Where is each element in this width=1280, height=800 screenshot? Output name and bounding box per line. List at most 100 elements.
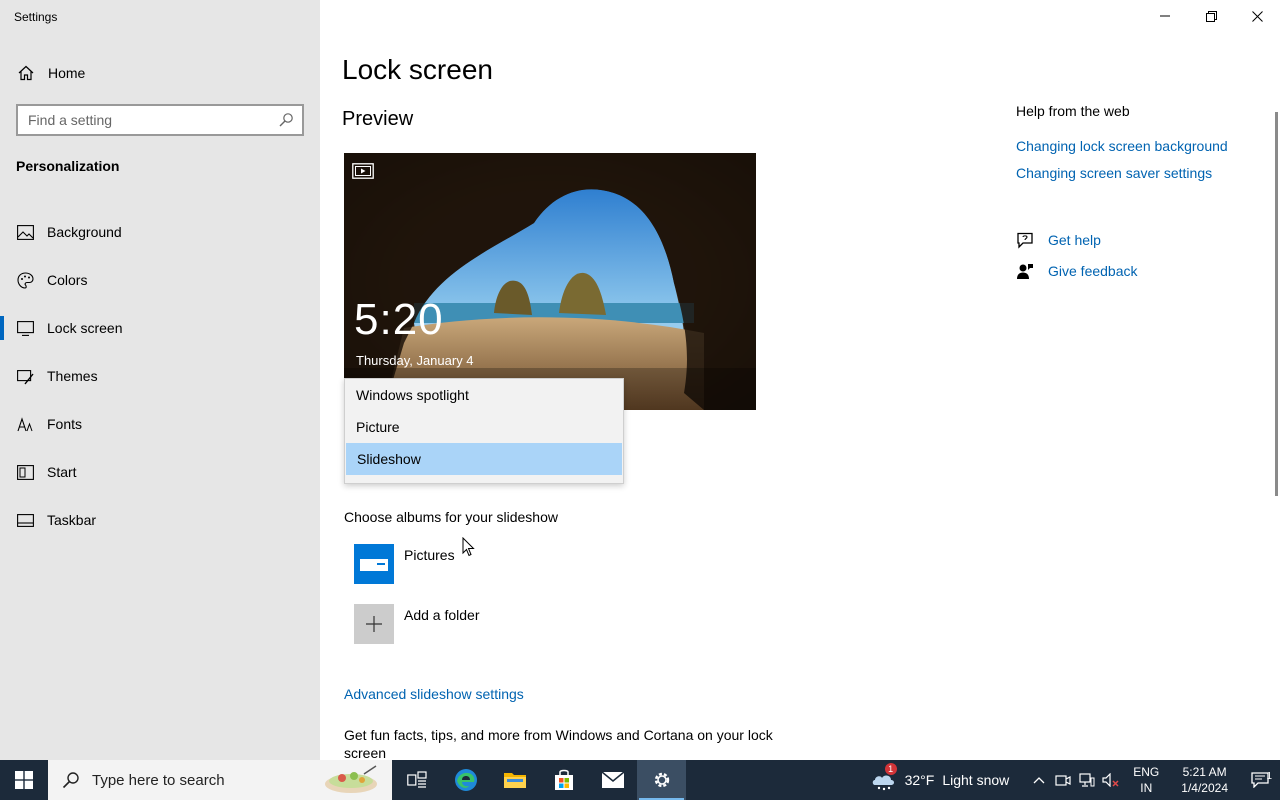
- slideshow-icon: [352, 163, 374, 184]
- system-tray: 1 32°F Light snow ENG IN 5:21 AM 1/4/202…: [871, 760, 1280, 800]
- start-icon: [16, 463, 34, 481]
- settings-taskbar-button[interactable]: [637, 760, 686, 800]
- volume-muted-icon: [1102, 773, 1119, 787]
- preview-date: Thursday, January 4: [356, 353, 474, 368]
- weather-badge: 1: [884, 763, 897, 775]
- start-button[interactable]: [0, 760, 48, 800]
- file-explorer-button[interactable]: [490, 760, 539, 800]
- add-folder-button[interactable]: Add a folder: [354, 604, 480, 644]
- nav-list: Background Colors Lock screen Themes Fon…: [0, 208, 320, 544]
- search-icon: [62, 772, 79, 789]
- language-line-1: ENG: [1133, 765, 1160, 779]
- album-label: Pictures: [404, 547, 455, 563]
- chat-help-icon: [1016, 231, 1034, 249]
- lock-screen-icon: [16, 319, 34, 337]
- notification-count: 1: [1266, 771, 1272, 782]
- sidebar-item-themes[interactable]: Themes: [0, 352, 320, 400]
- close-icon: [1251, 10, 1263, 22]
- store-icon: [554, 769, 573, 790]
- volume-button[interactable]: [1099, 773, 1123, 787]
- sidebar-item-taskbar[interactable]: Taskbar: [0, 496, 320, 544]
- search-highlight-icon: [325, 765, 377, 793]
- plus-icon: [354, 604, 394, 644]
- option-windows-spotlight[interactable]: Windows spotlight: [345, 379, 623, 411]
- home-icon: [16, 63, 36, 83]
- taskbar: Type here to search 1 32°F Light snow EN…: [0, 760, 1280, 800]
- chevron-up-icon: [1033, 777, 1045, 784]
- weather-temp: 32°F: [904, 772, 935, 788]
- taskbar-icon: [16, 511, 34, 529]
- page-title: Lock screen: [342, 54, 493, 85]
- clock-time: 5:21 AM: [1182, 765, 1227, 779]
- network-button[interactable]: [1075, 773, 1099, 787]
- home-button[interactable]: Home: [0, 58, 320, 88]
- show-hidden-icons-button[interactable]: [1027, 776, 1051, 784]
- background-dropdown[interactable]: Windows spotlight Picture Slideshow: [344, 378, 624, 484]
- windows-logo-icon: [15, 771, 33, 789]
- scrollbar[interactable]: [1275, 112, 1278, 496]
- sidebar-item-lock-screen[interactable]: Lock screen: [0, 304, 320, 352]
- weather-condition: Light snow: [942, 772, 1010, 788]
- sidebar-item-label: Taskbar: [47, 512, 97, 528]
- find-setting-placeholder: Find a setting: [28, 112, 113, 128]
- taskbar-clock[interactable]: 5:21 AM 1/4/2024: [1181, 764, 1228, 796]
- find-setting-input[interactable]: Find a setting: [16, 104, 304, 136]
- brush-icon: [16, 367, 34, 385]
- sidebar: Settings Home Find a setting Personaliza…: [0, 0, 320, 760]
- albums-label: Choose albums for your slideshow: [344, 509, 558, 525]
- meet-now-button[interactable]: [1051, 773, 1075, 787]
- get-help-button[interactable]: Get help: [1016, 231, 1101, 249]
- minimize-button[interactable]: [1142, 0, 1188, 32]
- sidebar-item-label: Background: [47, 224, 122, 240]
- action-center-button[interactable]: 1: [1240, 771, 1280, 788]
- mail-button[interactable]: [588, 760, 637, 800]
- help-title: Help from the web: [1016, 103, 1130, 119]
- sidebar-item-fonts[interactable]: Fonts: [0, 400, 320, 448]
- preview-heading: Preview: [342, 108, 414, 130]
- sidebar-item-label: Fonts: [47, 416, 83, 432]
- sidebar-item-colors[interactable]: Colors: [0, 256, 320, 304]
- album-label: Add a folder: [404, 607, 480, 623]
- sidebar-item-background[interactable]: Background: [0, 208, 320, 256]
- taskbar-search-placeholder: Type here to search: [92, 771, 225, 789]
- sidebar-item-label: Themes: [47, 368, 98, 384]
- language-indicator[interactable]: ENG IN: [1133, 764, 1159, 796]
- taskbar-search-box[interactable]: Type here to search: [48, 760, 392, 800]
- task-view-icon: [406, 771, 427, 788]
- clock-date: 1/4/2024: [1181, 781, 1228, 795]
- palette-icon: [16, 271, 34, 289]
- image-icon: [16, 223, 34, 241]
- restore-button[interactable]: [1188, 0, 1234, 32]
- feedback-icon: [1016, 262, 1034, 280]
- close-button[interactable]: [1234, 0, 1280, 32]
- give-feedback-button[interactable]: Give feedback: [1016, 262, 1138, 280]
- mail-icon: [601, 771, 624, 788]
- sidebar-item-label: Colors: [47, 272, 88, 288]
- font-icon: [16, 415, 34, 433]
- search-icon[interactable]: [278, 112, 294, 128]
- album-pictures[interactable]: Pictures: [354, 544, 455, 584]
- weather-widget[interactable]: 1 32°F Light snow: [871, 763, 1010, 791]
- weather-snow-icon: 1: [871, 763, 897, 791]
- minimize-icon: [1160, 15, 1170, 17]
- sidebar-item-start[interactable]: Start: [0, 448, 320, 496]
- help-link-screen-saver[interactable]: Changing screen saver settings: [1016, 165, 1212, 181]
- preview-image: [344, 153, 756, 410]
- help-link-lock-screen-background[interactable]: Changing lock screen background: [1016, 138, 1228, 154]
- folder-icon: [503, 773, 526, 788]
- network-icon: [1079, 773, 1095, 787]
- sidebar-item-label: Start: [47, 464, 77, 480]
- tips-text: Get fun facts, tips, and more from Windo…: [344, 727, 773, 761]
- store-button[interactable]: [539, 760, 588, 800]
- option-picture[interactable]: Picture: [345, 411, 623, 443]
- app-title: Settings: [14, 10, 58, 24]
- home-label: Home: [48, 65, 86, 81]
- mouse-cursor-icon: [462, 537, 475, 557]
- option-slideshow[interactable]: Slideshow: [346, 443, 622, 475]
- gear-icon: [654, 772, 669, 788]
- advanced-slideshow-link[interactable]: Advanced slideshow settings: [344, 686, 524, 702]
- edge-icon: [454, 769, 477, 791]
- edge-button[interactable]: [441, 760, 490, 800]
- task-view-button[interactable]: [392, 760, 441, 800]
- lock-screen-preview: 5:20 Thursday, January 4: [344, 153, 756, 410]
